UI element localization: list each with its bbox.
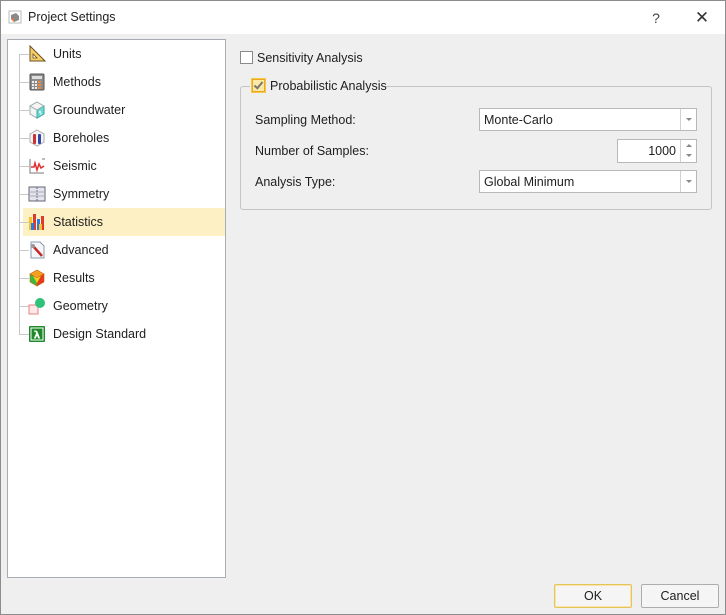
sensitivity-analysis-checkbox[interactable] [240,51,253,64]
sidebar-item-symmetry[interactable]: Symmetry [8,180,225,208]
sidebar-item-statistics[interactable]: Statistics [20,208,225,236]
probabilistic-analysis-checkbox[interactable] [252,79,265,92]
cancel-button[interactable]: Cancel [641,584,719,608]
geometry-shapes-icon [28,297,46,315]
sampling-method-value: Monte-Carlo [484,113,553,127]
sidebar-item-boreholes[interactable]: Boreholes [8,124,225,152]
lambda-icon: λ [28,325,46,343]
sidebar-item-results[interactable]: Results [8,264,225,292]
analysis-type-select[interactable]: Global Minimum [479,170,697,193]
project-settings-dialog: Project Settings ? ✕ Units Methods Groun… [0,0,726,615]
sidebar-item-advanced[interactable]: Advanced [8,236,225,264]
number-of-samples-label: Number of Samples: [255,144,369,158]
sidebar-item-units[interactable]: Units [8,40,225,68]
analysis-type-value: Global Minimum [484,175,575,189]
sidebar-item-label: Units [53,47,82,61]
analysis-type-label: Analysis Type: [255,175,336,189]
triangle-ruler-icon [28,44,47,63]
decrement-arrow-icon[interactable] [681,151,696,162]
svg-text:λ: λ [34,329,41,342]
wrench-document-icon [28,241,46,259]
sensitivity-analysis-label[interactable]: Sensitivity Analysis [257,51,363,65]
sidebar-item-label: Results [53,271,95,285]
help-button[interactable]: ? [645,7,667,29]
number-of-samples-stepper[interactable]: 1000 [617,139,697,163]
sidebar-item-seismic[interactable]: Seismic [8,152,225,180]
sidebar-item-label: Methods [53,75,101,89]
sidebar-item-label: Symmetry [53,187,110,201]
number-of-samples-value[interactable]: 1000 [648,144,676,158]
sidebar-item-label: Seismic [53,159,97,173]
seismic-wave-icon [28,157,46,175]
chevron-down-icon[interactable] [680,109,696,130]
probabilistic-analysis-label[interactable]: Probabilistic Analysis [270,79,387,93]
project-settings-icon [8,10,22,24]
sidebar-item-label: Groundwater [53,103,126,117]
settings-tree: Units Methods Groundwater Boreholes Seis… [7,39,226,578]
sidebar-item-methods[interactable]: Methods [8,68,225,96]
ok-button[interactable]: OK [554,584,632,608]
sampling-method-select[interactable]: Monte-Carlo [479,108,697,131]
sidebar-item-design-standard[interactable]: λ Design Standard [8,320,225,348]
borehole-icon [28,129,46,147]
results-cube-icon [28,269,46,287]
close-button[interactable]: ✕ [691,7,713,29]
sidebar-item-groundwater[interactable]: Groundwater [8,96,225,124]
sidebar-item-label: Boreholes [53,131,110,145]
increment-arrow-icon[interactable] [681,140,696,151]
sidebar-item-geometry[interactable]: Geometry [8,292,225,320]
title-bar: Project Settings ? ✕ [1,1,725,34]
water-cube-icon [28,101,46,119]
symmetry-icon [28,185,46,203]
window-title: Project Settings [28,10,116,24]
sidebar-item-label: Design Standard [53,327,147,341]
chevron-down-icon[interactable] [680,171,696,192]
sidebar-item-label: Statistics [53,215,104,229]
bar-chart-icon [28,213,46,231]
sampling-method-label: Sampling Method: [255,113,356,127]
calculator-icon [28,73,46,91]
sidebar-item-label: Advanced [53,243,109,257]
sidebar-item-label: Geometry [53,299,108,313]
